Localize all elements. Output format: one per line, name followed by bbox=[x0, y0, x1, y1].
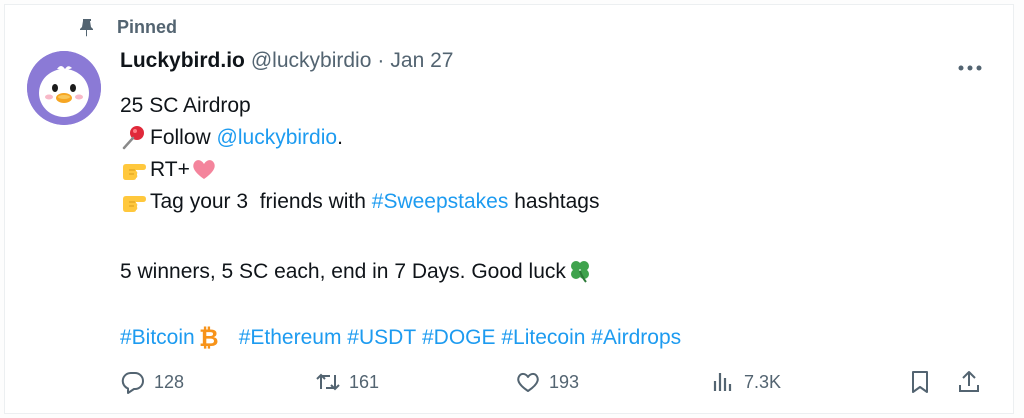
heart-icon bbox=[517, 372, 539, 392]
author-handle[interactable]: @luckybirdio bbox=[251, 49, 372, 73]
pointing-right-hand-icon bbox=[123, 196, 146, 212]
header-separator: · bbox=[377, 49, 385, 72]
pinned-indicator: Pinned bbox=[77, 15, 177, 39]
pushpin-icon bbox=[122, 126, 144, 150]
post-actions-bar: 128 161 193 7.3K bbox=[5, 365, 1013, 399]
mention-link[interactable]: @luckybirdio bbox=[217, 122, 338, 153]
pin-icon bbox=[80, 19, 93, 37]
pinned-label: Pinned bbox=[117, 16, 178, 37]
post-line: Follow @luckybirdio . bbox=[120, 121, 681, 153]
more-options-icon[interactable] bbox=[955, 61, 985, 75]
hashtag-link[interactable]: #USDT bbox=[347, 322, 416, 353]
author-display-name[interactable]: Luckybird.io bbox=[120, 49, 245, 73]
repost-count: 161 bbox=[349, 371, 380, 392]
hashtags-line: #Bitcoin ₿ #Ethereum #USDT #DOGE #Liteco… bbox=[120, 321, 681, 353]
post-line: 25 SC Airdrop bbox=[120, 89, 681, 121]
hashtag-link[interactable]: #Sweepstakes bbox=[372, 186, 509, 217]
post-text: 25 SC Airdrop Follow @luckybirdio . RT+ bbox=[120, 89, 681, 353]
views-button[interactable]: 7.3K bbox=[710, 365, 781, 399]
post-line-text: 5 winners, 5 SC each, end in 7 Days. Goo… bbox=[120, 259, 566, 283]
post-line-text: Tag your 3 friends with bbox=[150, 189, 372, 213]
post-line: 5 winners, 5 SC each, end in 7 Days. Goo… bbox=[120, 255, 681, 287]
pointing-right-hand-icon bbox=[123, 164, 146, 180]
post-line-text: hashtags bbox=[508, 189, 600, 213]
post-date[interactable]: Jan 27 bbox=[390, 49, 453, 73]
reply-icon bbox=[121, 371, 144, 394]
repost-button[interactable]: 161 bbox=[315, 365, 379, 399]
post-line: Tag your 3 friends with #Sweepstakes has… bbox=[120, 185, 681, 217]
hashtag-link[interactable]: #DOGE bbox=[422, 322, 496, 353]
post-line: RT+ bbox=[120, 153, 681, 185]
repost-icon bbox=[316, 373, 340, 391]
post-line-text: . bbox=[337, 125, 343, 149]
hashtag-link[interactable]: #Litecoin bbox=[501, 322, 585, 353]
duck-avatar-icon bbox=[27, 51, 101, 125]
svg-text:₿: ₿ bbox=[199, 324, 219, 351]
pink-heart-icon bbox=[193, 160, 215, 179]
like-button[interactable]: 193 bbox=[515, 365, 579, 399]
share-icon[interactable] bbox=[956, 369, 982, 395]
hashtag-link[interactable]: #Ethereum bbox=[239, 322, 342, 353]
bitcoin-symbol-icon: ₿ bbox=[199, 324, 219, 351]
hashtag-link[interactable]: #Airdrops bbox=[591, 322, 681, 353]
post-line-text: Follow bbox=[150, 125, 217, 149]
like-count: 193 bbox=[549, 371, 580, 392]
hashtag-link[interactable]: #Bitcoin bbox=[120, 322, 195, 353]
avatar[interactable] bbox=[27, 51, 101, 125]
analytics-icon bbox=[713, 373, 732, 391]
reply-count: 128 bbox=[154, 371, 185, 392]
reply-button[interactable]: 128 bbox=[120, 365, 184, 399]
four-leaf-clover-icon bbox=[570, 261, 589, 283]
post-header: Luckybird.io @luckybirdio · Jan 27 bbox=[120, 49, 453, 73]
post-line-text: RT+ bbox=[150, 157, 190, 181]
post-line-text: 25 SC Airdrop bbox=[120, 93, 251, 117]
view-count: 7.3K bbox=[744, 371, 782, 392]
pinned-post-card[interactable]: Pinned Luckybird.io @luckybirdio · Jan 2… bbox=[4, 4, 1014, 414]
bookmark-icon[interactable] bbox=[907, 369, 933, 395]
